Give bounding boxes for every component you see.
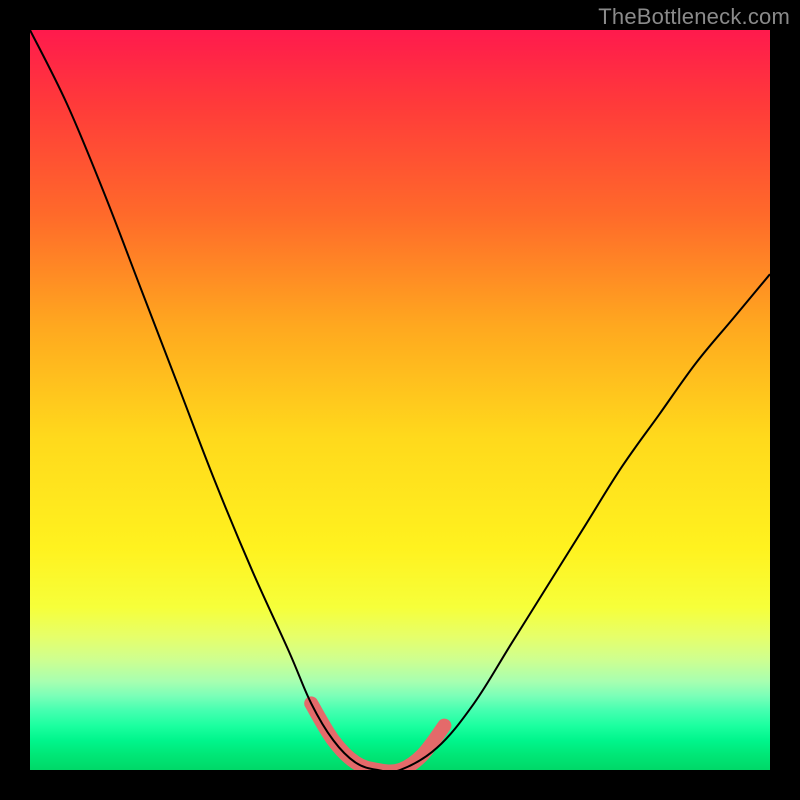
chart-svg bbox=[30, 30, 770, 770]
curve-layer bbox=[30, 30, 770, 770]
bottleneck-curve bbox=[30, 30, 770, 770]
watermark-label: TheBottleneck.com bbox=[598, 4, 790, 30]
chart-stage: TheBottleneck.com bbox=[0, 0, 800, 800]
plot-area bbox=[30, 30, 770, 770]
